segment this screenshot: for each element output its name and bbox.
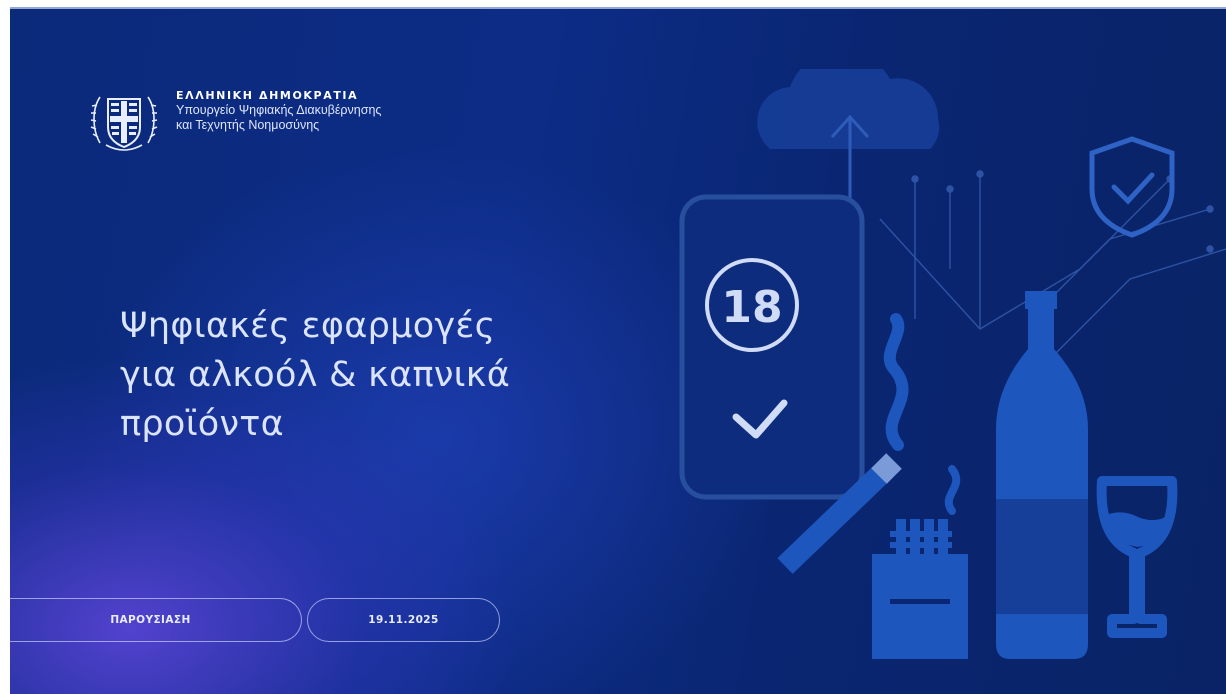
date-pill: 19.11.2025 [307, 598, 500, 642]
top-border [0, 0, 1226, 9]
illustration: 18 [679, 69, 1226, 659]
shield-check-icon [1089, 136, 1175, 238]
greek-coat-of-arms-icon [90, 96, 158, 151]
date-label: 19.11.2025 [368, 614, 439, 626]
title-line-2: για αλκοόλ & καπνικά [120, 355, 511, 395]
ministry-line-1: Υπουργείο Ψηφιακής Διακυβέρνησης [176, 103, 382, 117]
age-badge-number: 18 [721, 282, 782, 333]
ministry-line-2: και Τεχνητής Νοημοσύνης [176, 118, 320, 132]
title-line-3: προϊόντα [120, 404, 285, 444]
presentation-type-label: ΠΑΡΟΥΣΙΑΣΗ [110, 614, 191, 626]
org-name: ΕΛΛΗΝΙΚΗ ΔΗΜΟΚΡΑΤΙΑ [176, 89, 359, 102]
organization-block: ΕΛΛΗΝΙΚΗ ΔΗΜΟΚΡΑΤΙΑ Υπουργείο Ψηφιακής Δ… [176, 88, 381, 133]
phone-check-icon: 18 [679, 194, 865, 500]
wine-bottle-icon [996, 291, 1088, 659]
wine-glass-icon [1096, 476, 1178, 638]
title-line-1: Ψηφιακές εφαρμογές [120, 306, 496, 346]
slide-title: Ψηφιακές εφαρμογές για αλκοόλ & καπνικά … [120, 302, 640, 449]
presentation-slide: ΕΛΛΗΝΙΚΗ ΔΗΜΟΚΡΑΤΙΑ Υπουργείο Ψηφιακής Δ… [10, 9, 1226, 694]
presentation-type-pill: ΠΑΡΟΥΣΙΑΣΗ [10, 598, 302, 642]
cigarette-pack-icon [872, 465, 968, 659]
